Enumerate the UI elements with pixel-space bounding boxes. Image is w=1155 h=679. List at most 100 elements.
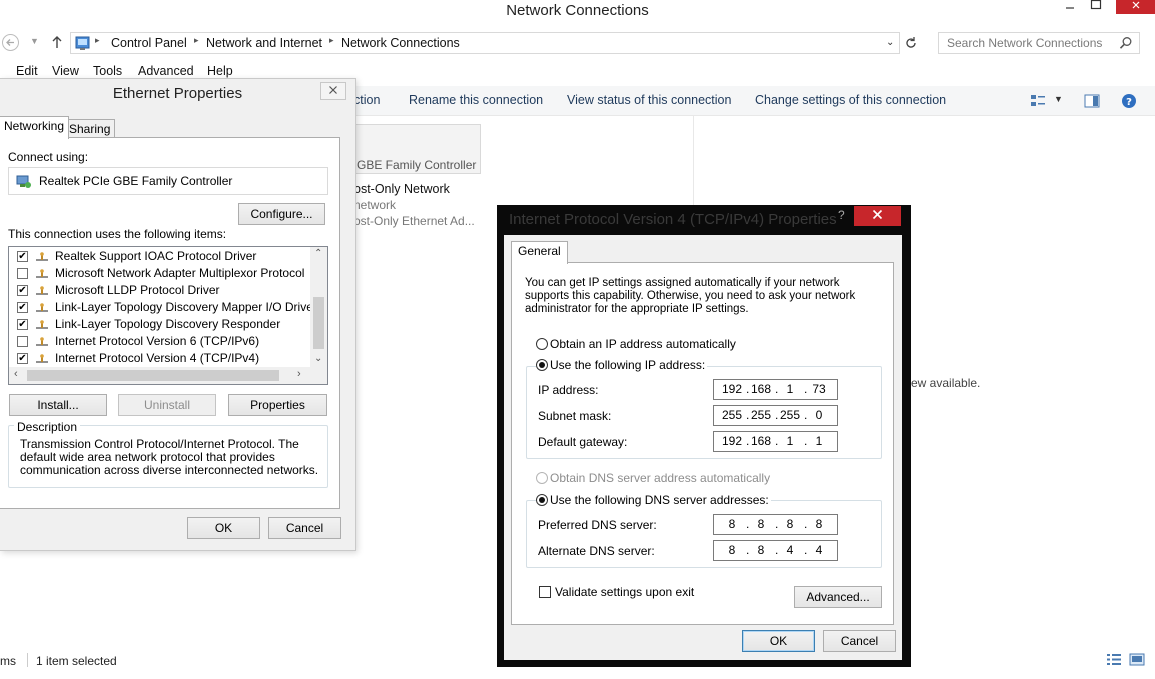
horizontal-scrollbar[interactable]: ‹ › xyxy=(9,367,327,384)
ip-octet[interactable]: 8 xyxy=(778,515,802,534)
details-view-icon[interactable] xyxy=(1106,653,1122,667)
command-partial[interactable]: ction xyxy=(354,93,380,107)
use-following-ip-label[interactable]: Use the following IP address: xyxy=(548,358,708,372)
address-bar[interactable]: ▸ Control Panel ▸ Network and Internet ▸… xyxy=(70,32,900,54)
ip-octet[interactable]: 255 xyxy=(720,406,744,425)
ip-octet[interactable]: 73 xyxy=(807,380,831,399)
up-button[interactable] xyxy=(50,34,64,53)
item-checkbox[interactable] xyxy=(17,336,28,347)
ip-address-input[interactable]: 192. 168. 1. 73 xyxy=(713,379,838,400)
cancel-button[interactable]: Cancel xyxy=(268,517,341,539)
obtain-dns-auto-radio[interactable] xyxy=(536,472,548,484)
large-icons-view-icon[interactable] xyxy=(1129,653,1145,667)
ip-octet[interactable]: 8 xyxy=(720,541,744,560)
ip-octet[interactable]: 1 xyxy=(807,432,831,451)
search-input[interactable]: Search Network Connections xyxy=(938,32,1140,54)
back-button[interactable] xyxy=(2,34,19,51)
item-checkbox[interactable]: ✔ xyxy=(17,353,28,364)
item-checkbox[interactable] xyxy=(17,268,28,279)
ip-octet[interactable]: 0 xyxy=(807,406,831,425)
view-status-command[interactable]: View status of this connection xyxy=(567,93,731,107)
ip-octet[interactable]: 168 xyxy=(749,380,773,399)
preview-pane-icon[interactable] xyxy=(1084,93,1100,109)
items-listbox[interactable]: ✔ Realtek Support IOAC Protocol Driver Mic… xyxy=(8,246,328,385)
protocol-icon xyxy=(36,337,48,346)
ipv4-ok-button[interactable]: OK xyxy=(742,630,815,652)
help-button[interactable]: ? xyxy=(838,208,845,222)
view-options-icon[interactable] xyxy=(1030,93,1046,109)
breadcrumb-network-and-internet[interactable]: Network and Internet xyxy=(206,36,322,50)
breadcrumb-control-panel[interactable]: Control Panel xyxy=(111,36,187,50)
menu-edit[interactable]: Edit xyxy=(16,64,38,78)
tab-general[interactable]: General xyxy=(511,241,568,264)
install-button[interactable]: Install... xyxy=(9,394,107,416)
ipv4-close-button[interactable] xyxy=(854,206,901,226)
adapter-name-partial[interactable]: ost-Only Network xyxy=(354,182,450,196)
help-icon[interactable]: ? xyxy=(1121,93,1137,109)
validate-label[interactable]: Validate settings upon exit xyxy=(555,585,694,599)
rename-connection-command[interactable]: Rename this connection xyxy=(409,93,543,107)
adapter-tile-selected[interactable]: GBE Family Controller xyxy=(350,124,481,174)
scroll-right-icon[interactable]: › xyxy=(297,368,301,380)
ip-octet[interactable]: 8 xyxy=(807,515,831,534)
scroll-up-icon[interactable]: ⌃ xyxy=(314,248,322,259)
scroll-down-icon[interactable]: ⌄ xyxy=(314,353,322,364)
hscroll-thumb[interactable] xyxy=(27,370,279,381)
refresh-button[interactable] xyxy=(903,35,919,54)
view-dropdown-icon[interactable]: ▼ xyxy=(1054,94,1063,104)
menu-advanced[interactable]: Advanced xyxy=(138,64,194,78)
ip-octet[interactable]: 1 xyxy=(778,432,802,451)
obtain-ip-auto-radio[interactable] xyxy=(536,338,548,350)
ip-octet[interactable]: 192 xyxy=(720,380,744,399)
menu-view[interactable]: View xyxy=(52,64,79,78)
history-dropdown-icon[interactable]: ▼ xyxy=(30,36,39,46)
address-dropdown-icon[interactable]: ⌄ xyxy=(886,37,894,48)
uninstall-button[interactable]: Uninstall xyxy=(118,394,216,416)
vertical-scrollbar[interactable]: ⌃ ⌄ xyxy=(310,247,327,369)
use-following-dns-radio[interactable] xyxy=(536,494,548,506)
ip-octet[interactable]: 255 xyxy=(749,406,773,425)
search-icon[interactable] xyxy=(1119,36,1133,50)
change-settings-command[interactable]: Change settings of this connection xyxy=(755,93,946,107)
status-separator xyxy=(27,653,28,667)
ip-octet[interactable]: 1 xyxy=(778,380,802,399)
maximize-button[interactable] xyxy=(1086,0,1106,14)
menu-help[interactable]: Help xyxy=(207,64,233,78)
use-following-dns-label[interactable]: Use the following DNS server addresses: xyxy=(548,493,771,507)
tab-networking[interactable]: Networking xyxy=(0,116,70,139)
item-checkbox[interactable]: ✔ xyxy=(17,302,28,313)
item-label: Microsoft LLDP Protocol Driver xyxy=(55,283,220,297)
alternate-dns-input[interactable]: 8.8.4.4 xyxy=(713,540,838,561)
scroll-thumb[interactable] xyxy=(313,297,324,349)
breadcrumb-network-connections[interactable]: Network Connections xyxy=(341,36,460,50)
ip-octet[interactable]: 255 xyxy=(778,406,802,425)
item-checkbox[interactable]: ✔ xyxy=(17,251,28,262)
properties-button[interactable]: Properties xyxy=(228,394,327,416)
subnet-mask-input[interactable]: 255. 255. 255. 0 xyxy=(713,405,838,426)
use-following-ip-radio[interactable] xyxy=(536,359,548,371)
ip-octet[interactable]: 4 xyxy=(807,541,831,560)
menu-tools[interactable]: Tools xyxy=(93,64,122,78)
ok-button[interactable]: OK xyxy=(187,517,260,539)
scroll-left-icon[interactable]: ‹ xyxy=(14,368,18,380)
ip-octet[interactable]: 168 xyxy=(749,432,773,451)
ip-octet[interactable]: 8 xyxy=(720,515,744,534)
default-gateway-input[interactable]: 192. 168. 1. 1 xyxy=(713,431,838,452)
ip-octet[interactable]: 8 xyxy=(749,541,773,560)
item-checkbox[interactable]: ✔ xyxy=(17,319,28,330)
window-close-button[interactable] xyxy=(1116,0,1155,14)
dialog-close-button[interactable] xyxy=(320,82,346,100)
item-checkbox[interactable]: ✔ xyxy=(17,285,28,296)
ip-octet[interactable]: 8 xyxy=(749,515,773,534)
ip-octet[interactable]: 192 xyxy=(720,432,744,451)
configure-button[interactable]: Configure... xyxy=(238,203,325,225)
minimize-button[interactable] xyxy=(1060,0,1080,14)
validate-checkbox[interactable] xyxy=(539,586,551,598)
ipv4-cancel-button[interactable]: Cancel xyxy=(823,630,896,652)
obtain-ip-auto-label[interactable]: Obtain an IP address automatically xyxy=(550,337,736,351)
obtain-dns-auto-label[interactable]: Obtain DNS server address automatically xyxy=(550,471,770,485)
preferred-dns-input[interactable]: 8.8.8.8 xyxy=(713,514,838,535)
adapter-device-partial: GBE Family Controller xyxy=(357,158,477,172)
advanced-button[interactable]: Advanced... xyxy=(794,586,882,608)
ip-octet[interactable]: 4 xyxy=(778,541,802,560)
